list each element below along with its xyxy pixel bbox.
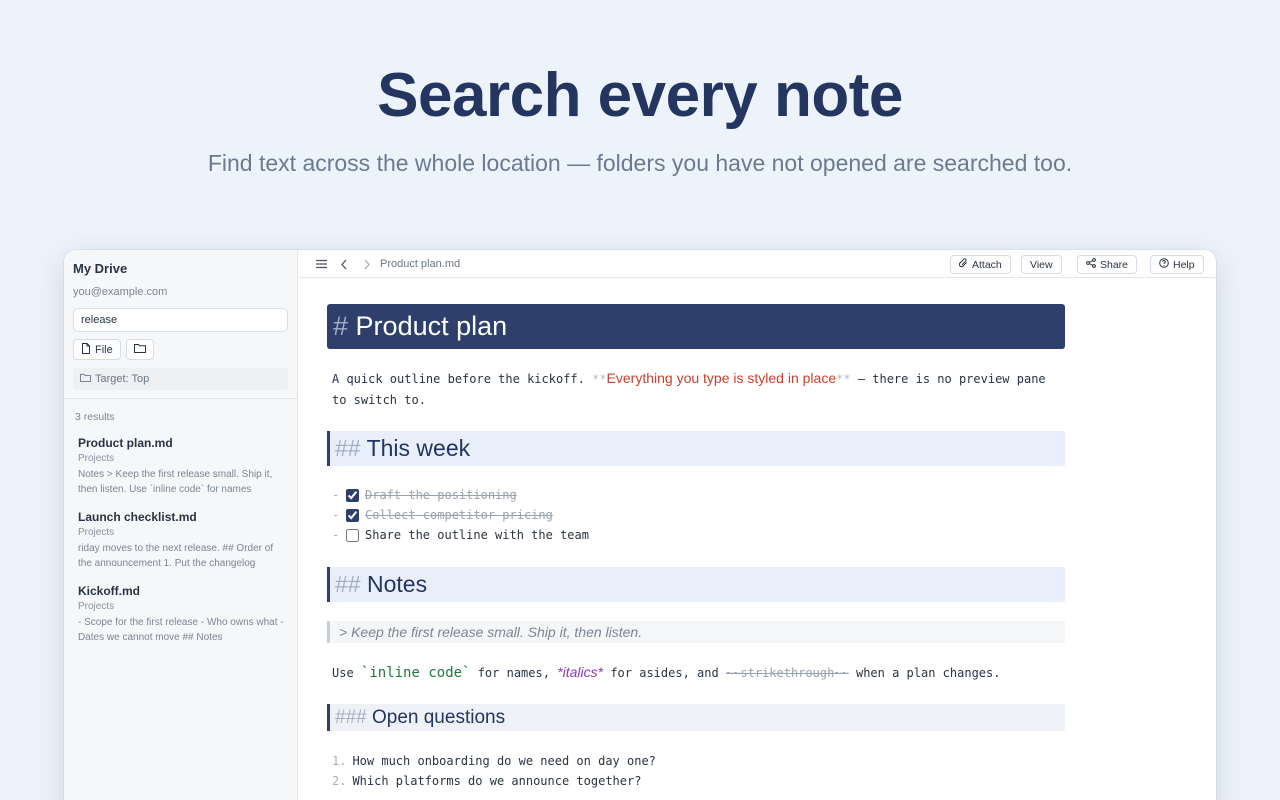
paragraph-text: for asides, and — [603, 666, 726, 680]
heading-marker: ## — [335, 435, 361, 461]
list-text: How much onboarding do we need on day on… — [352, 754, 656, 768]
search-results: Product plan.md Projects Notes > Keep th… — [78, 436, 288, 658]
task-text: Share the outline with the team — [365, 528, 589, 542]
list-item: 2. Which platforms do we announce togethe… — [332, 771, 656, 791]
paragraph-text: for names, — [470, 666, 558, 680]
target-folder[interactable]: Target: Top — [73, 368, 288, 390]
paragraph-text: when a plan changes. — [848, 666, 1001, 680]
task-item: - Collect competitor pricing — [332, 505, 589, 525]
heading-marker: ### — [335, 707, 367, 728]
result-title: Product plan.md — [78, 436, 173, 450]
task-text: Draft the positioning — [365, 488, 517, 502]
heading-1: # Product plan — [327, 304, 1065, 349]
view-label: View — [1030, 258, 1053, 271]
task-item: - Share the outline with the team — [332, 525, 589, 545]
heading-2-notes: ## Notes — [327, 567, 1065, 602]
file-icon — [81, 342, 91, 357]
breadcrumb: Product plan.md — [380, 258, 461, 270]
forward-icon[interactable] — [360, 257, 374, 271]
results-count: 3 results — [75, 411, 115, 423]
task-checkbox[interactable] — [346, 488, 359, 502]
list-item: 1. How much onboarding do we need on day … — [332, 751, 656, 771]
paragraph: Use `inline code` for names, *italics* f… — [332, 662, 1000, 684]
drive-title: My Drive — [73, 261, 128, 276]
bold-marker: ** — [836, 372, 851, 386]
sidebar-divider — [64, 398, 298, 399]
strikethrough-text: ~~strikethrough~~ — [725, 666, 849, 680]
paperclip-icon — [958, 258, 968, 271]
task-item: - Draft the positioning — [332, 485, 589, 505]
paragraph-text: Use — [332, 666, 361, 680]
task-list: - Draft the positioning - Collect compet… — [332, 485, 589, 545]
task-checkbox[interactable] — [346, 508, 359, 522]
italic-text: *italics* — [557, 664, 604, 680]
attach-label: Attach — [972, 258, 1002, 271]
back-icon[interactable] — [337, 257, 351, 271]
new-file-label: File — [95, 343, 113, 356]
paragraph: A quick outline before the kickoff. **Ev… — [332, 368, 1057, 411]
heading-text: Open questions — [371, 707, 506, 728]
list-marker: - — [332, 508, 340, 522]
bold-marker: ** — [592, 372, 607, 386]
result-snippet: riday moves to the next release. ## Orde… — [78, 543, 274, 569]
new-file-button[interactable]: File — [73, 339, 121, 360]
result-folder: Projects — [78, 453, 115, 464]
task-checkbox[interactable] — [346, 528, 359, 542]
result-title: Kickoff.md — [78, 584, 141, 598]
result-title: Launch checklist.md — [78, 510, 197, 524]
list-text: Which platforms do we announce together? — [352, 774, 642, 788]
heading-marker: ## — [335, 571, 361, 597]
new-folder-button[interactable] — [125, 339, 154, 360]
help-icon — [1159, 258, 1169, 271]
hero-subtitle: Find text across the whole location — fo… — [207, 150, 1073, 176]
search-result[interactable]: Kickoff.md Projects - Scope for the firs… — [78, 584, 288, 645]
target-label: Target: Top — [95, 373, 150, 385]
attach-button[interactable]: Attach — [950, 255, 1011, 274]
heading-marker: # — [333, 311, 349, 341]
app-window: My Drive you@example.com File Target: To… — [64, 250, 1216, 800]
search-input[interactable] — [73, 308, 288, 332]
search-result[interactable]: Launch checklist.md Projects riday moves… — [78, 510, 288, 571]
search-result[interactable]: Product plan.md Projects Notes > Keep th… — [78, 436, 288, 497]
folder-icon — [133, 343, 146, 356]
help-label: Help — [1173, 258, 1195, 271]
inline-code: `inline code` — [360, 665, 471, 681]
paragraph-text: A quick outline before the kickoff. — [332, 372, 593, 386]
share-label: Share — [1100, 258, 1129, 271]
result-folder: Projects — [78, 601, 115, 612]
list-number: 1. — [332, 754, 347, 768]
list-number: 2. — [332, 774, 347, 788]
task-text: Collect competitor pricing — [365, 508, 553, 522]
heading-text: This week — [366, 435, 471, 461]
menu-icon[interactable] — [314, 257, 328, 271]
result-snippet: Notes > Keep the first release small. Sh… — [78, 469, 273, 495]
list-marker: - — [332, 488, 340, 502]
share-icon — [1086, 258, 1096, 271]
folder-icon — [80, 373, 91, 385]
list-marker: - — [332, 528, 340, 542]
help-button[interactable]: Help — [1150, 255, 1204, 274]
sidebar-actions: File — [73, 339, 154, 360]
ordered-list: 1. How much onboarding do we need on day … — [332, 751, 656, 791]
heading-text: Product plan — [355, 311, 508, 341]
account-email: you@example.com — [73, 286, 168, 298]
blockquote: > Keep the first release small. Ship it,… — [327, 621, 1065, 643]
heading-2-this-week: ## This week — [327, 431, 1065, 466]
bold-text: Everything you type is styled in place — [606, 370, 837, 386]
share-button[interactable]: Share — [1077, 255, 1138, 274]
sidebar: My Drive you@example.com File Target: To… — [64, 250, 298, 800]
heading-3-open-questions: ### Open questions — [327, 704, 1065, 731]
hero-title: Search every note — [377, 61, 903, 130]
result-snippet: - Scope for the first release - Who owns… — [78, 617, 284, 643]
view-button[interactable]: View — [1021, 255, 1062, 274]
heading-text: Notes — [366, 571, 428, 597]
toolbar: Product plan.md Attach View Share Help — [299, 250, 1216, 278]
result-folder: Projects — [78, 527, 115, 538]
